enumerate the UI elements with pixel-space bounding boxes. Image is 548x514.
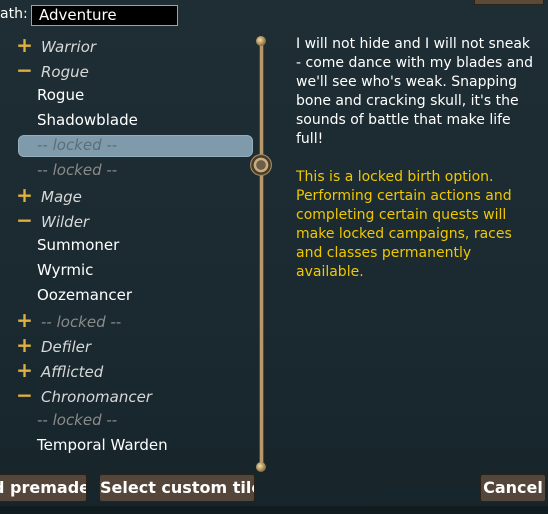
scrollbar-top-cap <box>256 36 266 46</box>
tree-item[interactable]: Temporal Warden <box>37 433 168 457</box>
tree-item-label: Warrior <box>41 38 97 56</box>
tree-item-label: -- locked -- <box>41 313 122 331</box>
collapse-minus-icon[interactable]: − <box>16 383 33 407</box>
collapse-minus-icon[interactable]: − <box>16 208 33 232</box>
tree-item-label: Wilder <box>41 213 90 231</box>
tree-item-label: Defiler <box>41 338 92 356</box>
tree-scrollbar[interactable] <box>250 36 272 472</box>
tree-item-label: -- locked -- <box>37 411 118 429</box>
tree-item[interactable]: -- locked -- <box>37 158 117 182</box>
scrollbar-track[interactable] <box>259 42 264 466</box>
tree-category[interactable]: − Rogue <box>16 58 89 82</box>
scrollbar-thumb[interactable] <box>250 154 272 176</box>
expand-plus-icon[interactable]: + <box>16 358 33 382</box>
tree-item-label: Afflicted <box>41 363 104 381</box>
tree-item-label: Summoner <box>37 236 120 254</box>
tree-item[interactable]: -- locked -- <box>37 133 117 157</box>
expand-plus-icon[interactable]: + <box>16 308 33 332</box>
path-field[interactable]: Adventure <box>31 5 178 26</box>
path-label: ath: <box>0 6 28 22</box>
top-right-button-edge[interactable] <box>474 0 544 5</box>
tree-item-label: Wyrmic <box>37 261 94 279</box>
class-description: I will not hide and I will not sneak - c… <box>296 36 534 147</box>
expand-plus-icon[interactable]: + <box>16 33 33 57</box>
collapse-minus-icon[interactable]: − <box>16 58 33 82</box>
expand-plus-icon[interactable]: + <box>16 333 33 357</box>
tree-category[interactable]: − Wilder <box>16 208 89 232</box>
expand-plus-icon[interactable]: + <box>16 183 33 207</box>
bottom-border <box>0 506 548 514</box>
tree-item[interactable]: Summoner <box>37 233 119 257</box>
scrollbar-bottom-cap <box>256 462 266 472</box>
cancel-button[interactable]: Cancel <box>480 474 546 502</box>
tree-item-label: Temporal Warden <box>37 436 168 454</box>
tree-item[interactable]: -- locked -- <box>37 408 117 432</box>
tree-item-label: -- locked -- <box>37 161 118 179</box>
tree-category[interactable]: + Defiler <box>16 333 91 357</box>
tree-item-label: Chronomancer <box>41 388 152 406</box>
tree-category[interactable]: − Chronomancer <box>16 383 152 407</box>
select-custom-tile-button[interactable]: Select custom tile <box>99 474 255 502</box>
tree-category[interactable]: + -- locked -- <box>16 308 121 332</box>
tree-item-label: Mage <box>41 188 82 206</box>
tree-category[interactable]: + Mage <box>16 183 82 207</box>
tree-item-label: Rogue <box>41 63 89 81</box>
tree-item-label: -- locked -- <box>37 136 118 154</box>
tree-item[interactable]: Shadowblade <box>37 108 138 132</box>
tree-item-label: Rogue <box>37 86 85 104</box>
tree-item[interactable]: Oozemancer <box>37 283 132 307</box>
tree-item-label: Shadowblade <box>37 111 138 129</box>
tree-item[interactable]: Rogue <box>37 83 84 107</box>
tree-item[interactable]: Wyrmic <box>37 258 93 282</box>
tree-category[interactable]: + Afflicted <box>16 358 103 382</box>
locked-option-note: This is a locked birth option. Performin… <box>296 169 512 280</box>
tree-item-label: Oozemancer <box>37 286 133 304</box>
tree-category[interactable]: + Warrior <box>16 33 96 57</box>
load-premade-button[interactable]: d premade <box>0 474 87 502</box>
